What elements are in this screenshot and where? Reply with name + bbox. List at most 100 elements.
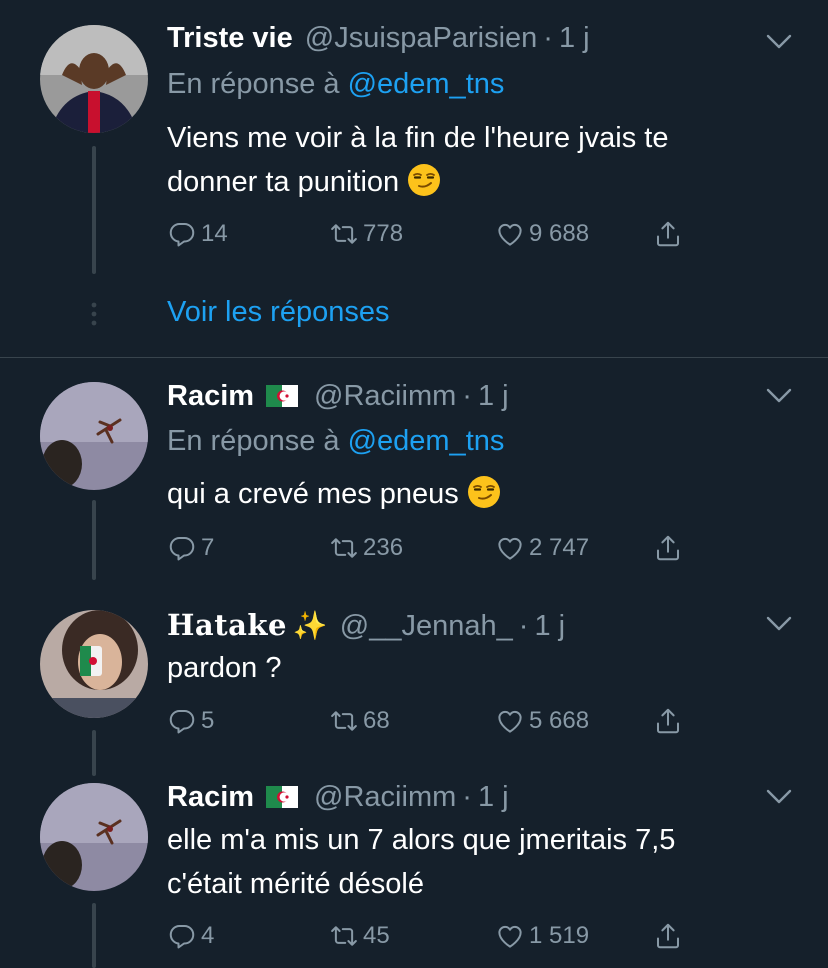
reply-button[interactable]: 14 (167, 218, 228, 250)
thread-line (92, 146, 96, 274)
share-button[interactable] (653, 705, 687, 737)
timestamp[interactable]: 1 j (478, 781, 509, 814)
retweet-count: 45 (363, 922, 390, 949)
retweet-button[interactable]: 778 (329, 218, 403, 250)
like-button[interactable]: 9 688 (495, 218, 589, 250)
share-icon (653, 219, 683, 249)
heart-icon (495, 706, 525, 736)
tweet-text-line: c'était mérité désolé (167, 868, 424, 900)
separator-dot: · (518, 610, 529, 642)
display-name[interactable]: Hatake (167, 608, 287, 642)
algeria-flag-icon (266, 786, 298, 808)
like-button[interactable]: 5 668 (495, 705, 589, 737)
like-count: 9 688 (529, 220, 590, 247)
tweet-actions: 14 778 9 688 (167, 218, 707, 250)
chevron-down-icon[interactable] (764, 32, 794, 52)
like-button[interactable]: 2 747 (495, 532, 589, 564)
tweet-text-line: donner ta punition (167, 166, 400, 198)
tweet-header: Racim @Raciimm · 1 j (167, 380, 509, 413)
mention-link[interactable]: @edem_tns (348, 425, 505, 457)
smirking-face-icon (467, 475, 501, 509)
tweet-text-line: qui a crevé mes pneus (167, 478, 459, 510)
separator-dot: · (543, 22, 553, 54)
reply-prefix: En réponse à (167, 68, 348, 100)
like-count: 1 519 (529, 922, 590, 949)
more-dots-icon (91, 302, 97, 326)
thread-line (92, 500, 96, 580)
retweet-button[interactable]: 68 (329, 705, 390, 737)
reply-button[interactable]: 4 (167, 920, 214, 952)
algeria-flag-icon (266, 385, 298, 407)
timestamp[interactable]: 1 j (478, 380, 509, 413)
reply-count: 7 (201, 534, 215, 561)
tweet-header: Hatake ✨ @__Jennah_ · 1 j (167, 608, 565, 643)
chevron-down-icon[interactable] (764, 787, 794, 807)
show-replies-link[interactable]: Voir les réponses (167, 296, 389, 329)
heart-icon (495, 533, 525, 563)
avatar[interactable] (40, 610, 148, 718)
thread-line (92, 903, 96, 968)
tweet-text: elle m'a mis un 7 alors que jmeritais 7,… (167, 818, 675, 906)
reply-button[interactable]: 5 (167, 705, 214, 737)
timestamp[interactable]: 1 j (534, 610, 565, 643)
like-button[interactable]: 1 519 (495, 920, 589, 952)
avatar[interactable] (40, 783, 148, 891)
share-icon (653, 533, 683, 563)
timestamp[interactable]: 1 j (559, 22, 590, 55)
user-handle[interactable]: @Raciimm (314, 781, 456, 814)
retweet-icon (329, 706, 359, 736)
reply-count: 14 (201, 220, 228, 247)
tweet-text-line: Viens me voir à la fin de l'heure jvais … (167, 122, 669, 154)
like-count: 2 747 (529, 534, 590, 561)
user-handle[interactable]: @Raciimm (314, 380, 456, 413)
chevron-down-icon[interactable] (764, 386, 794, 406)
divider (0, 357, 828, 358)
separator-dot: · (462, 380, 472, 412)
tweet-text: qui a crevé mes pneus (167, 472, 501, 516)
retweet-button[interactable]: 236 (329, 532, 403, 564)
reply-icon (167, 219, 197, 249)
reply-context: En réponse à @edem_tns (167, 425, 504, 458)
chevron-down-icon[interactable] (764, 614, 794, 634)
retweet-icon (329, 921, 359, 951)
reply-icon (167, 921, 197, 951)
separator-dot: · (462, 781, 472, 813)
avatar[interactable] (40, 25, 148, 133)
reply-icon (167, 533, 197, 563)
reply-context: En réponse à @edem_tns (167, 68, 504, 101)
avatar[interactable] (40, 382, 148, 490)
retweet-count: 236 (363, 534, 404, 561)
user-handle[interactable]: @JsuispaParisien (305, 22, 538, 55)
retweet-button[interactable]: 45 (329, 920, 390, 952)
reply-button[interactable]: 7 (167, 532, 214, 564)
reply-icon (167, 706, 197, 736)
share-button[interactable] (653, 532, 687, 564)
heart-icon (495, 921, 525, 951)
share-button[interactable] (653, 920, 687, 952)
mention-link[interactable]: @edem_tns (348, 68, 505, 100)
retweet-icon (329, 219, 359, 249)
thread-line (92, 730, 96, 776)
retweet-count: 68 (363, 707, 390, 734)
tweet-text: Viens me voir à la fin de l'heure jvais … (167, 116, 668, 204)
display-name[interactable]: Triste vie (167, 22, 293, 55)
reply-count: 4 (201, 922, 215, 949)
display-name[interactable]: Racim (167, 781, 254, 814)
share-button[interactable] (653, 218, 687, 250)
reply-prefix: En réponse à (167, 425, 348, 457)
tweet-text-line: pardon ? (167, 652, 282, 684)
sparkles-icon: ✨ (292, 610, 328, 641)
retweet-count: 778 (363, 220, 404, 247)
tweet-actions: 7 236 2 747 (167, 532, 707, 564)
tweet-actions: 5 68 5 668 (167, 705, 707, 737)
tweet-header: Racim @Raciimm · 1 j (167, 781, 509, 814)
like-count: 5 668 (529, 707, 590, 734)
tweet-header: Triste vie @JsuispaParisien · 1 j (167, 22, 590, 55)
display-name[interactable]: Racim (167, 380, 254, 413)
share-icon (653, 706, 683, 736)
tweet-text-line: elle m'a mis un 7 alors que jmeritais 7,… (167, 824, 676, 856)
tweet-text: pardon ? (167, 646, 282, 690)
user-handle[interactable]: @__Jennah_ (340, 610, 513, 643)
share-icon (653, 921, 683, 951)
heart-icon (495, 219, 525, 249)
